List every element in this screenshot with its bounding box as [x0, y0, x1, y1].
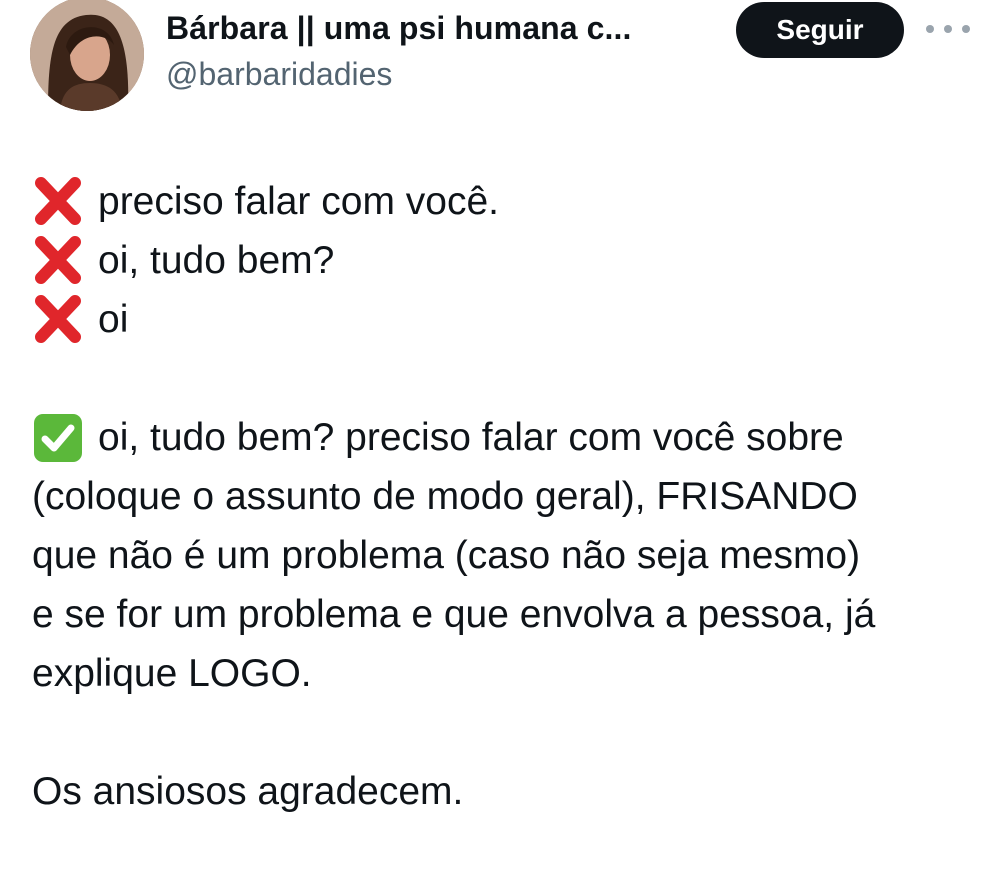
tweet-text: preciso falar com você. oi, tudo bem? oi… [32, 172, 982, 821]
green-check-mark-icon [32, 413, 84, 463]
red-cross-mark-icon [32, 176, 84, 227]
right-example-text: que não é um problema (caso não seja mes… [32, 534, 861, 577]
follow-button[interactable]: Seguir [736, 2, 904, 58]
author-avatar[interactable] [30, 0, 144, 111]
author-handle[interactable]: @barbaridadies [166, 56, 392, 93]
right-example-line: e se for um problema e que envolva a pes… [32, 585, 982, 644]
right-example-line: que não é um problema (caso não seja mes… [32, 526, 982, 585]
right-example-line: explique LOGO. [32, 644, 982, 703]
author-display-name[interactable]: Bárbara || uma psi humana c... [166, 10, 632, 47]
dot-icon [944, 25, 952, 33]
closing-text: Os ansiosos agradecem. [32, 770, 464, 813]
right-example-line: oi, tudo bem? preciso falar com você sob… [32, 408, 982, 467]
right-example-text: e se for um problema e que envolva a pes… [32, 593, 876, 636]
profile-photo-avatar-icon [30, 0, 144, 111]
wrong-example-text: preciso falar com você. [98, 180, 499, 223]
wrong-example-line: oi [32, 290, 982, 349]
wrong-example-text: oi [98, 298, 129, 341]
red-cross-mark-icon [32, 235, 84, 286]
right-example-text: explique LOGO. [32, 652, 312, 695]
right-example-text: oi, tudo bem? preciso falar com você sob… [98, 416, 844, 459]
more-options-icon[interactable] [926, 14, 970, 44]
wrong-example-text: oi, tudo bem? [98, 239, 335, 282]
wrong-example-line: preciso falar com você. [32, 172, 982, 231]
right-example-text: (coloque o assunto de modo geral), FRISA… [32, 475, 858, 518]
dot-icon [926, 25, 934, 33]
dot-icon [962, 25, 970, 33]
red-cross-mark-icon [32, 294, 84, 345]
right-example-line: (coloque o assunto de modo geral), FRISA… [32, 467, 982, 526]
wrong-example-line: oi, tudo bem? [32, 231, 982, 290]
closing-line: Os ansiosos agradecem. [32, 762, 982, 821]
